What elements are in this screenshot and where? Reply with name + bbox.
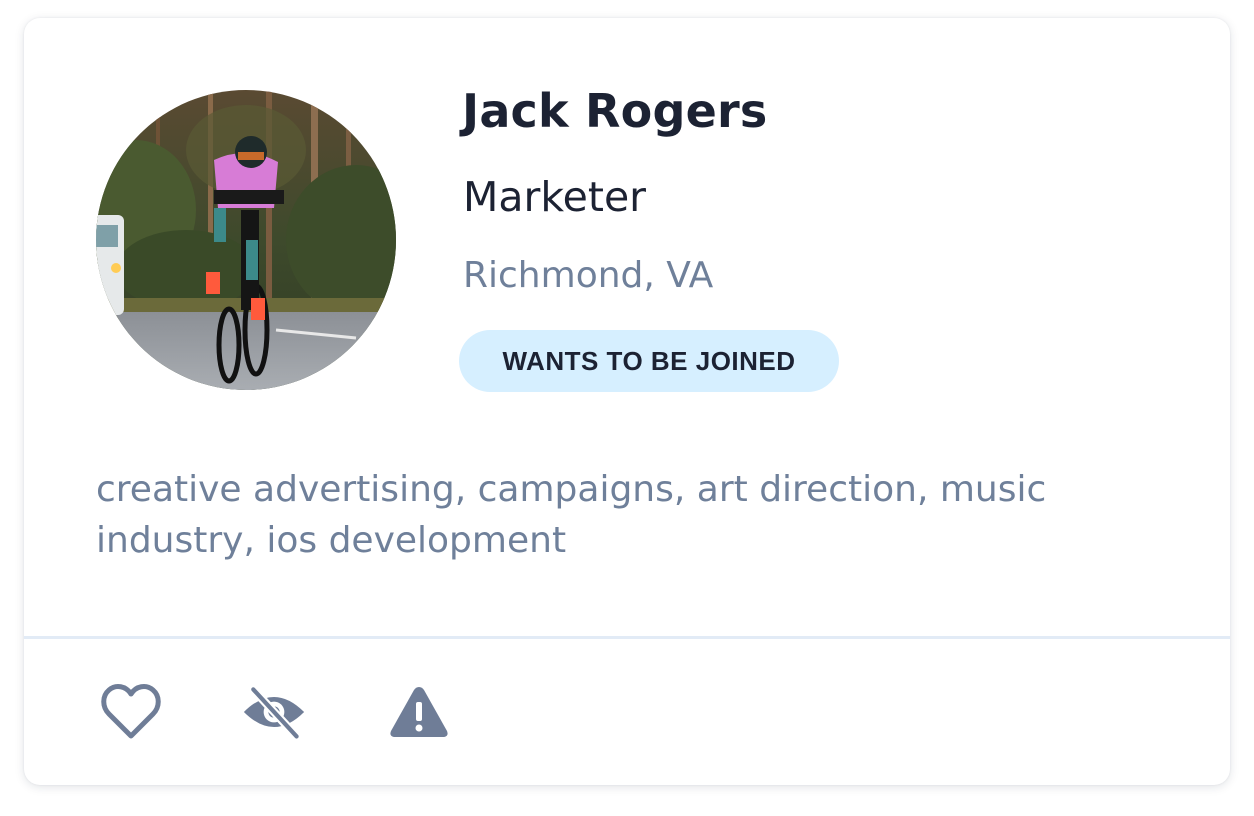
eye-off-icon	[243, 685, 305, 740]
warning-icon	[390, 687, 448, 737]
avatar-photo	[96, 90, 396, 390]
like-button[interactable]	[99, 682, 163, 742]
divider	[24, 636, 1230, 639]
profile-card: Jack Rogers Marketer Richmond, VA WANTS …	[24, 18, 1230, 785]
profile-tags: creative advertising, campaigns, art dir…	[96, 469, 1047, 561]
status-badge: WANTS TO BE JOINED	[459, 330, 839, 392]
heart-icon	[101, 684, 161, 739]
profile-name: Jack Rogers	[462, 84, 768, 138]
profile-location: Richmond, VA	[463, 255, 714, 296]
profile-role: Marketer	[463, 173, 647, 221]
report-button[interactable]	[387, 682, 451, 742]
avatar	[96, 90, 396, 390]
hide-button[interactable]	[242, 682, 306, 742]
status-badge-label: WANTS TO BE JOINED	[502, 345, 796, 376]
